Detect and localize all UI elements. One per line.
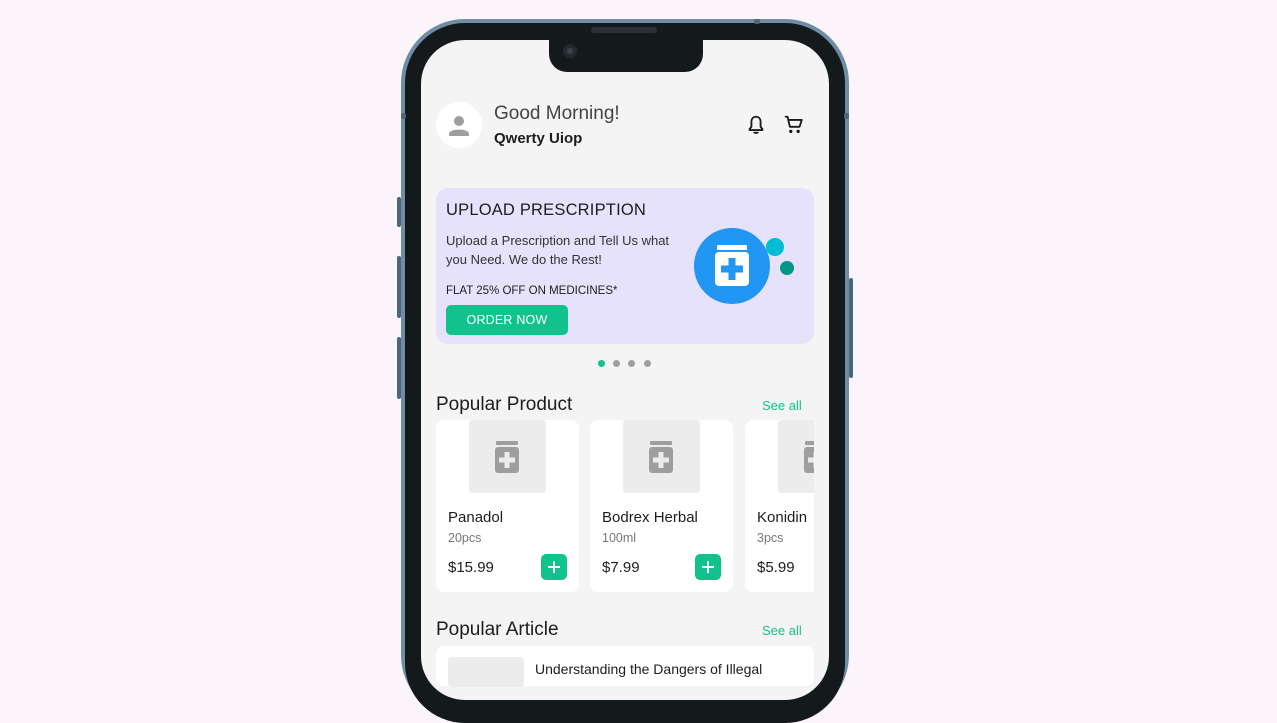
product-quantity: 100ml bbox=[602, 531, 637, 545]
product-card[interactable]: Panadol 20pcs $15.99 bbox=[436, 420, 579, 592]
see-all-products-link[interactable]: See all bbox=[762, 398, 802, 413]
phone-volume-up-button bbox=[397, 256, 401, 318]
phone-antenna-right bbox=[844, 113, 849, 119]
product-card[interactable]: Bodrex Herbal 100ml $7.99 bbox=[590, 420, 733, 592]
carousel-dot[interactable] bbox=[628, 360, 635, 367]
medicine-icon bbox=[804, 441, 814, 473]
medicine-icon bbox=[495, 441, 519, 473]
order-now-button[interactable]: ORDER NOW bbox=[446, 305, 568, 335]
product-name: Panadol bbox=[448, 509, 504, 526]
phone-side-button bbox=[397, 197, 401, 227]
product-name: Konidin bbox=[757, 509, 808, 526]
popular-product-title: Popular Product bbox=[436, 394, 573, 415]
product-quantity: 20pcs bbox=[448, 531, 482, 545]
avatar[interactable] bbox=[436, 102, 482, 148]
carousel-dot[interactable] bbox=[644, 360, 651, 367]
medicine-icon bbox=[649, 441, 673, 473]
camera bbox=[563, 44, 577, 58]
carousel-dot[interactable] bbox=[613, 360, 620, 367]
carousel-dot[interactable] bbox=[598, 360, 605, 367]
phone-antenna-top bbox=[754, 19, 760, 24]
greeting-text: Good Morning! bbox=[494, 103, 620, 124]
user-icon bbox=[449, 116, 469, 136]
phone-volume-down-button bbox=[397, 337, 401, 399]
article-thumbnail bbox=[448, 657, 524, 687]
bell-icon[interactable] bbox=[745, 114, 767, 136]
banner-title: UPLOAD PRESCRIPTION bbox=[446, 201, 647, 219]
product-price: $7.99 bbox=[602, 559, 640, 576]
add-to-cart-button[interactable] bbox=[695, 554, 721, 580]
speaker bbox=[591, 27, 657, 33]
product-price: $15.99 bbox=[448, 559, 494, 576]
product-name: Bodrex Herbal bbox=[602, 509, 698, 526]
product-image bbox=[623, 420, 700, 493]
product-card[interactable]: Konidin 3pcs $5.99 bbox=[745, 420, 814, 592]
article-title: Understanding the Dangers of Illegal bbox=[535, 661, 763, 677]
popular-article-title: Popular Article bbox=[436, 619, 559, 640]
app-screen bbox=[421, 40, 829, 700]
banner-promo: FLAT 25% OFF ON MEDICINES* bbox=[446, 285, 618, 297]
user-name: Qwerty Uiop bbox=[494, 130, 583, 147]
product-price: $5.99 bbox=[757, 559, 795, 576]
cart-icon[interactable] bbox=[783, 114, 805, 136]
product-list: Panadol 20pcs $15.99 Bodrex Herbal 100ml… bbox=[436, 420, 814, 595]
phone-antenna-left bbox=[401, 113, 406, 119]
banner-description: Upload a Prescription and Tell Us what y… bbox=[446, 233, 670, 267]
add-to-cart-button[interactable] bbox=[541, 554, 567, 580]
medicine-bottle-icon bbox=[694, 228, 794, 304]
product-image bbox=[778, 420, 814, 493]
see-all-articles-link[interactable]: See all bbox=[762, 623, 802, 638]
product-quantity: 3pcs bbox=[757, 531, 784, 545]
phone-power-button bbox=[849, 278, 853, 378]
product-image bbox=[469, 420, 546, 493]
